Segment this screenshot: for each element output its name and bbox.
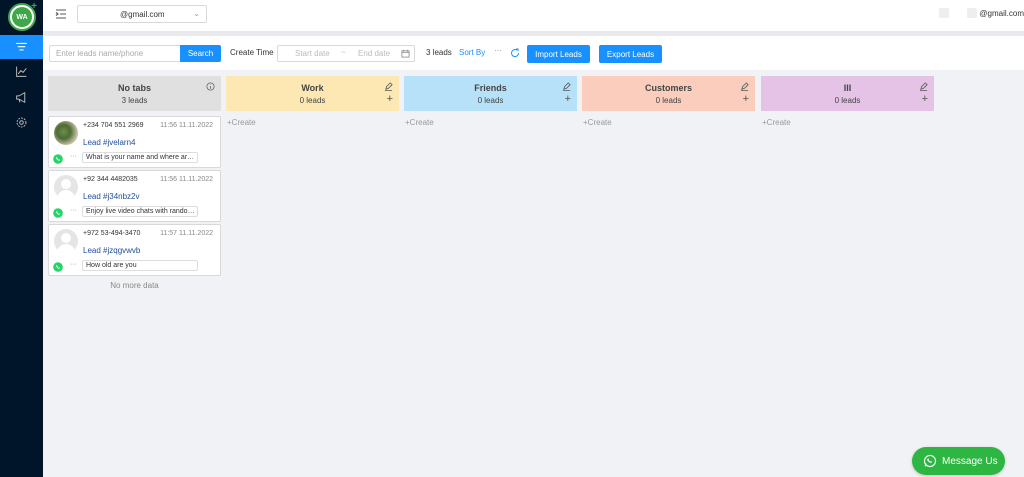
no-more-data-label: No more data — [110, 281, 159, 290]
logo-text: WA — [12, 7, 32, 27]
sidebar-item-analytics[interactable] — [0, 59, 43, 83]
notification-icon[interactable] — [939, 8, 950, 18]
column-title: Customers — [644, 83, 692, 93]
import-leads-button[interactable]: Import Leads — [527, 45, 590, 63]
message-us-label: Message Us — [942, 455, 998, 467]
lead-link[interactable]: Lead #j34nbz2v — [83, 192, 140, 201]
edit-icon[interactable] — [384, 82, 393, 91]
avatar — [54, 121, 78, 145]
more-options-icon[interactable]: ··· — [70, 261, 77, 268]
user-email: @gmail.com — [979, 8, 1024, 18]
edit-icon[interactable] — [562, 82, 571, 91]
column-friends: Friends 0 leads + — [404, 76, 577, 111]
refresh-icon[interactable] — [510, 48, 520, 58]
lead-time: 11:56 11.11.2022 — [160, 122, 213, 129]
export-leads-button[interactable]: Export Leads — [599, 45, 662, 63]
date-range-picker[interactable]: Start date ~ End date — [277, 45, 415, 62]
user-menu[interactable]: @gmail.com — [939, 8, 1024, 18]
column-title: Work — [301, 83, 324, 93]
search-input[interactable] — [49, 45, 180, 62]
sidebar: WA + — [0, 0, 43, 477]
lead-phone: +92 344 4482035 — [83, 176, 138, 183]
account-select[interactable]: @gmail.com ⌄ — [77, 5, 207, 23]
edit-icon[interactable] — [919, 82, 928, 91]
app-logo[interactable]: WA + — [8, 1, 37, 31]
lead-card[interactable]: +92 344 4482035 11:56 11.11.2022 Lead #j… — [48, 170, 221, 222]
megaphone-icon — [16, 91, 26, 103]
column-count: 0 leads — [299, 96, 326, 105]
lead-link[interactable]: Lead #jzqgvwvb — [83, 246, 140, 255]
column-count: 0 leads — [655, 96, 682, 105]
more-options-icon[interactable]: ··· — [494, 46, 502, 55]
funnel-icon — [16, 42, 27, 51]
lead-time: 11:57 11.11.2022 — [160, 230, 213, 237]
create-lead-link[interactable]: +Create — [762, 118, 791, 127]
more-options-icon[interactable]: ··· — [70, 153, 77, 160]
create-label: Create — [231, 118, 256, 127]
more-options-icon[interactable]: ··· — [70, 207, 77, 214]
column-title: Friends — [474, 83, 507, 93]
lead-card[interactable]: +972 53-494-3470 11:57 11.11.2022 Lead #… — [48, 224, 221, 276]
sidebar-item-funnel[interactable] — [0, 35, 43, 59]
whatsapp-icon — [53, 154, 63, 164]
add-icon[interactable]: + — [387, 94, 393, 105]
column-count: 0 leads — [477, 96, 504, 105]
lead-time: 11:56 11.11.2022 — [160, 176, 213, 183]
sort-by-link[interactable]: Sort By — [459, 48, 485, 57]
create-lead-link[interactable]: +Create — [583, 118, 612, 127]
last-message: How old are you — [82, 260, 198, 271]
create-lead-link[interactable]: +Create — [405, 118, 434, 127]
create-time-label: Create Time — [230, 48, 274, 57]
create-label: Create — [409, 118, 434, 127]
logo-plus-icon: + — [31, 1, 37, 12]
menu-toggle-icon[interactable] — [55, 8, 67, 20]
lead-phone: +972 53-494-3470 — [83, 230, 141, 237]
whatsapp-icon — [53, 262, 63, 272]
column-iii: III 0 leads + — [761, 76, 934, 111]
column-count: 0 leads — [834, 96, 861, 105]
calendar-icon — [401, 49, 410, 58]
line-chart-icon — [16, 66, 27, 77]
lead-card[interactable]: +234 704 551 2969 11:56 11.11.2022 Lead … — [48, 116, 221, 168]
avatar — [54, 229, 78, 253]
edit-icon[interactable] — [740, 82, 749, 91]
add-icon[interactable]: + — [922, 94, 928, 105]
whatsapp-icon — [53, 208, 63, 218]
date-separator: ~ — [341, 48, 346, 57]
last-message: What is your name and where are ... — [82, 152, 198, 163]
avatar — [54, 175, 78, 199]
end-date-field[interactable]: End date — [358, 49, 390, 58]
chevron-down-icon: ⌄ — [193, 9, 200, 18]
create-lead-link[interactable]: +Create — [227, 118, 256, 127]
filter-toolbar: Search Create Time Start date ~ End date… — [43, 36, 1024, 70]
lead-count: 3 leads — [426, 48, 452, 57]
search-button[interactable]: Search — [180, 45, 221, 62]
column-title: III — [843, 83, 852, 93]
add-icon[interactable]: + — [565, 94, 571, 105]
info-icon[interactable] — [206, 82, 215, 91]
start-date-field[interactable]: Start date — [295, 49, 330, 58]
sidebar-item-broadcast[interactable] — [0, 85, 43, 109]
whatsapp-icon — [923, 454, 937, 468]
column-count: 3 leads — [121, 96, 148, 105]
last-message: Enjoy live video chats with random... — [82, 206, 198, 217]
column-customers: Customers 0 leads + — [582, 76, 755, 111]
create-label: Create — [766, 118, 791, 127]
top-bar: @gmail.com ⌄ @gmail.com — [43, 0, 1024, 31]
column-work: Work 0 leads + — [226, 76, 399, 111]
lead-phone: +234 704 551 2969 — [83, 122, 144, 129]
account-email: @gmail.com — [120, 9, 165, 19]
sidebar-item-settings[interactable] — [0, 110, 43, 134]
message-us-button[interactable]: Message Us — [912, 447, 1005, 475]
column-title: No tabs — [117, 83, 151, 93]
column-no-tabs: No tabs 3 leads — [48, 76, 221, 111]
add-icon[interactable]: + — [743, 94, 749, 105]
create-label: Create — [587, 118, 612, 127]
lead-link[interactable]: Lead #jvelarn4 — [83, 138, 135, 147]
gear-icon — [16, 117, 27, 127]
avatar — [967, 8, 978, 18]
